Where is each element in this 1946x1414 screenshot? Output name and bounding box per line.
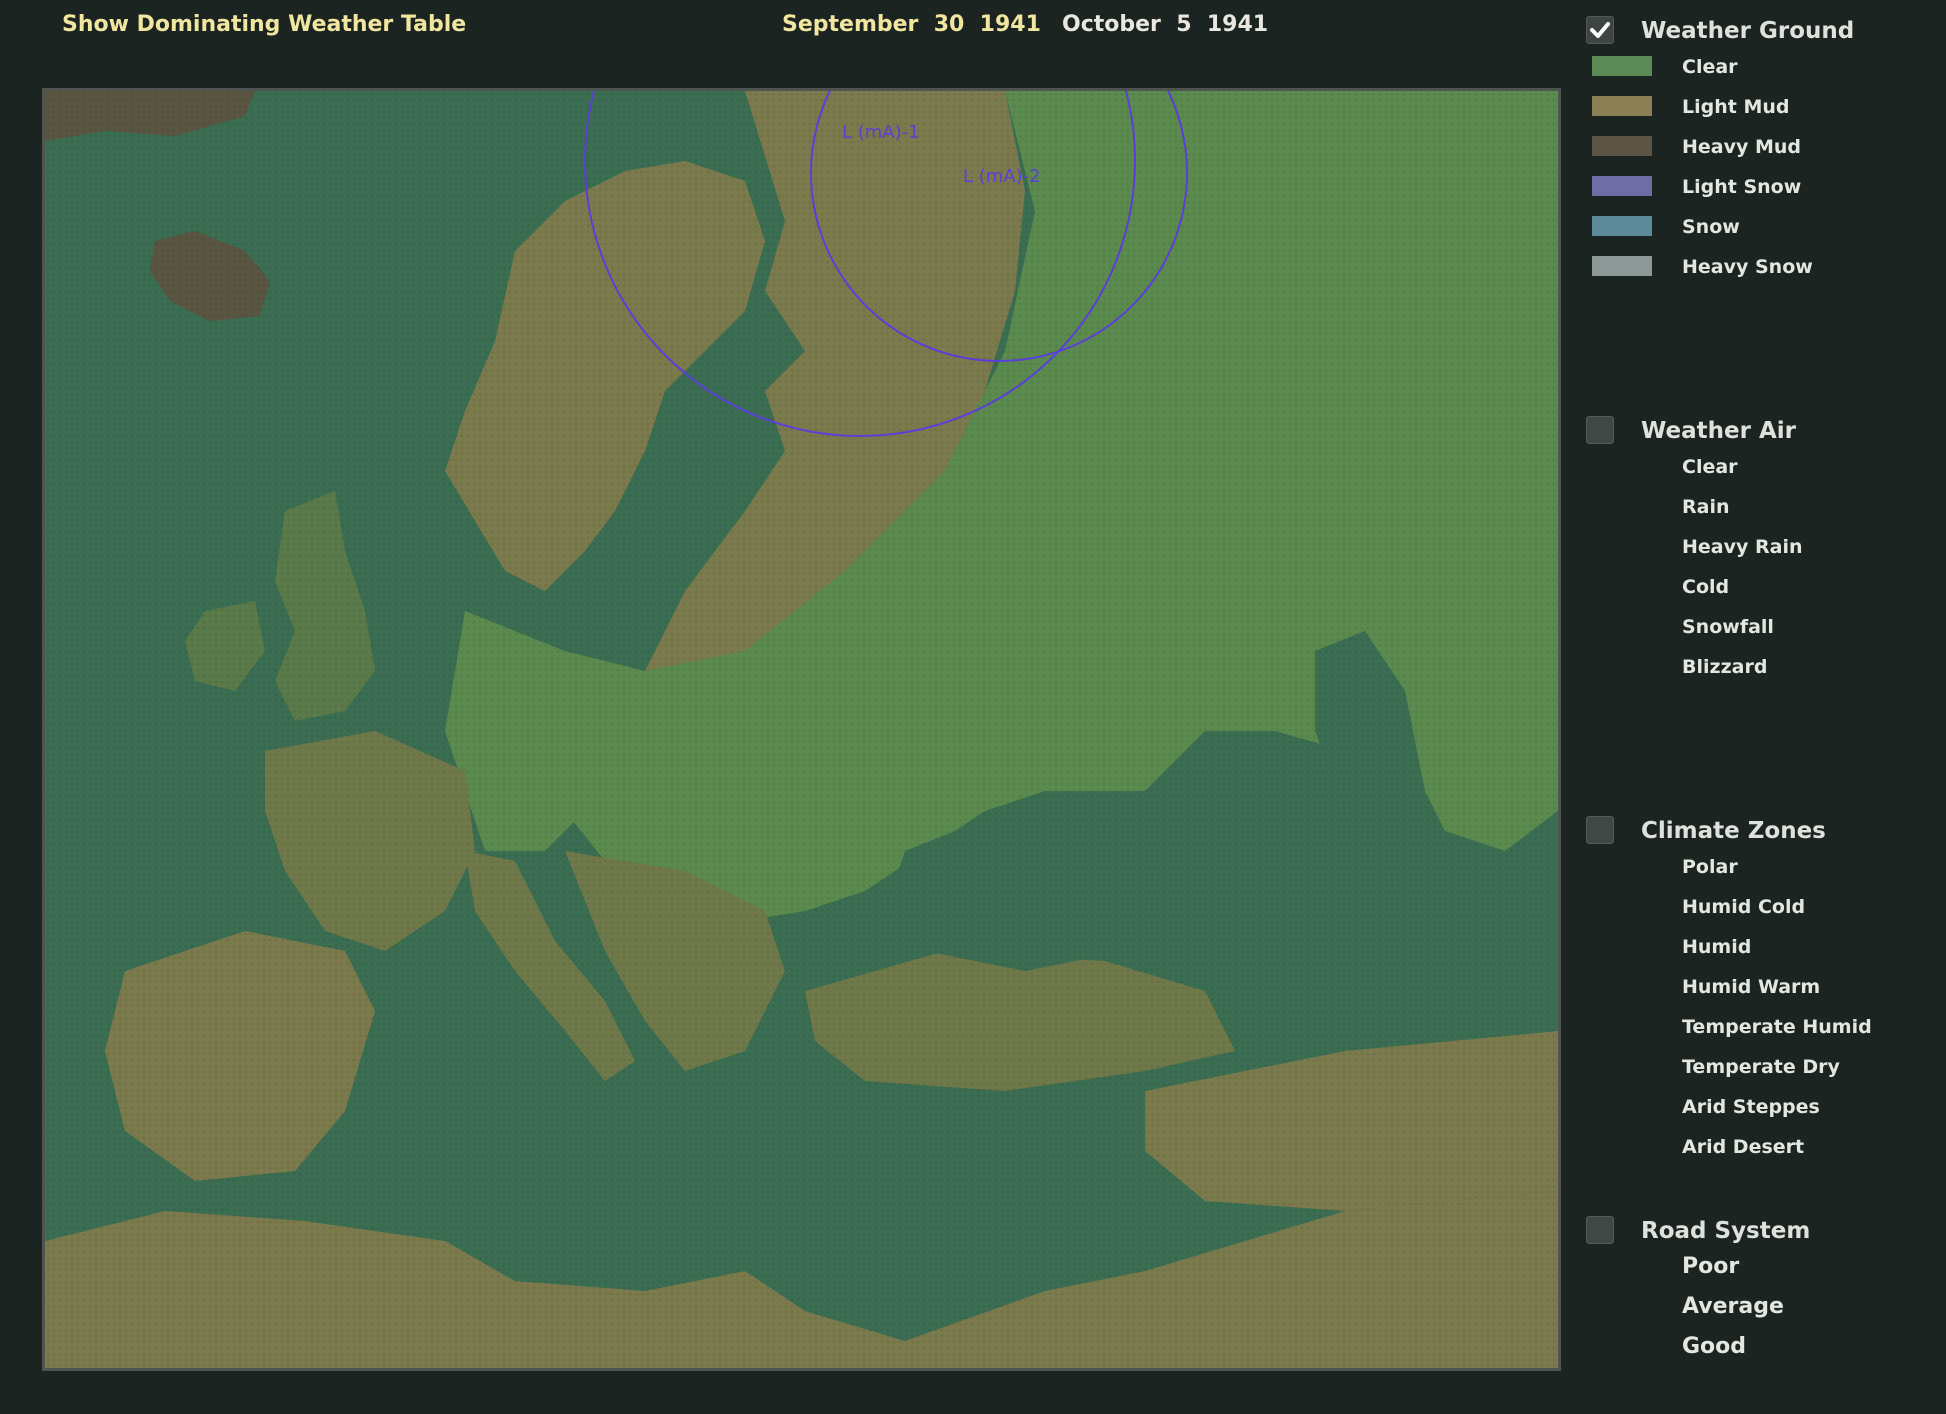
date-end: October 5 1941 <box>1062 12 1269 37</box>
legend-panel: Weather Ground Clear Light Mud Heavy Mud… <box>1576 0 1946 1414</box>
legend-item-label: Temperate Humid <box>1682 1016 1872 1038</box>
road-system-section: Road System Poor Average Good <box>1576 1206 1946 1366</box>
legend-item-label: Snowfall <box>1682 616 1774 638</box>
show-dominating-weather-link[interactable]: Show Dominating Weather Table <box>62 12 466 37</box>
legend-item-blizzard[interactable]: Blizzard <box>1576 646 1946 686</box>
legend-item-label: Heavy Snow <box>1682 256 1813 278</box>
legend-item-light-snow[interactable]: Light Snow <box>1576 166 1946 206</box>
legend-item-label: Polar <box>1682 856 1738 878</box>
legend-item-label: Humid Cold <box>1682 896 1806 918</box>
legend-item-label: Average <box>1682 1294 1784 1319</box>
legend-item-label: Light Snow <box>1682 176 1802 198</box>
legend-item-humid-cold[interactable]: Humid Cold <box>1576 886 1946 926</box>
pressure-label-2: L (mA)-2 <box>963 166 1041 187</box>
swatch-heavy-snow <box>1592 256 1652 276</box>
climate-zones-title: Climate Zones <box>1641 818 1826 844</box>
weather-air-title: Weather Air <box>1641 418 1797 444</box>
swatch-light-snow <box>1592 176 1652 196</box>
legend-item-label: Temperate Dry <box>1682 1056 1840 1078</box>
legend-item-cold[interactable]: Cold <box>1576 566 1946 606</box>
legend-item-temperate-humid[interactable]: Temperate Humid <box>1576 1006 1946 1046</box>
road-system-checkbox[interactable] <box>1586 1216 1614 1244</box>
legend-item-rain[interactable]: Rain <box>1576 486 1946 526</box>
road-system-header[interactable]: Road System <box>1576 1206 1946 1246</box>
climate-zones-header[interactable]: Climate Zones <box>1576 806 1946 846</box>
legend-item-label: Light Mud <box>1682 96 1790 118</box>
legend-item-road-poor[interactable]: Poor <box>1576 1246 1946 1286</box>
legend-item-label: Heavy Mud <box>1682 136 1802 158</box>
legend-item-label: Cold <box>1682 576 1730 598</box>
legend-item-road-good[interactable]: Good <box>1576 1326 1946 1366</box>
weather-ground-header[interactable]: Weather Ground <box>1576 6 1946 46</box>
legend-item-snow[interactable]: Snow <box>1576 206 1946 246</box>
swatch-light-mud <box>1592 96 1652 116</box>
legend-item-light-mud[interactable]: Light Mud <box>1576 86 1946 126</box>
legend-item-label: Heavy Rain <box>1682 536 1803 558</box>
swatch-heavy-mud <box>1592 136 1652 156</box>
legend-item-label: Clear <box>1682 56 1738 78</box>
legend-item-label: Blizzard <box>1682 656 1768 678</box>
weather-map[interactable]: L (mA)-1 L (mA)-2 <box>42 88 1561 1371</box>
legend-item-label: Good <box>1682 1334 1747 1359</box>
weather-air-header[interactable]: Weather Air <box>1576 406 1946 446</box>
weather-air-checkbox[interactable] <box>1586 416 1614 444</box>
legend-item-heavy-mud[interactable]: Heavy Mud <box>1576 126 1946 166</box>
legend-item-snowfall[interactable]: Snowfall <box>1576 606 1946 646</box>
legend-item-road-average[interactable]: Average <box>1576 1286 1946 1326</box>
legend-item-polar[interactable]: Polar <box>1576 846 1946 886</box>
top-bar: Show Dominating Weather Table September … <box>0 0 1560 54</box>
swatch-snow <box>1592 216 1652 236</box>
road-system-title: Road System <box>1641 1218 1811 1244</box>
legend-item-temperate-dry[interactable]: Temperate Dry <box>1576 1046 1946 1086</box>
legend-item-label: Poor <box>1682 1254 1740 1279</box>
legend-item-heavy-snow[interactable]: Heavy Snow <box>1576 246 1946 286</box>
weather-air-section: Weather Air Clear Rain Heavy Rain Cold S… <box>1576 406 1946 686</box>
legend-item-humid[interactable]: Humid <box>1576 926 1946 966</box>
legend-item-humid-warm[interactable]: Humid Warm <box>1576 966 1946 1006</box>
pressure-label-1: L (mA)-1 <box>842 122 920 143</box>
check-icon <box>1590 22 1610 38</box>
legend-item-label: Arid Steppes <box>1682 1096 1820 1118</box>
legend-item-label: Rain <box>1682 496 1730 518</box>
climate-zones-section: Climate Zones Polar Humid Cold Humid Hum… <box>1576 806 1946 1166</box>
hex-grid-overlay <box>45 91 1558 1368</box>
legend-item-label: Humid <box>1682 936 1752 958</box>
legend-item-label: Humid Warm <box>1682 976 1821 998</box>
weather-ground-section: Weather Ground Clear Light Mud Heavy Mud… <box>1576 6 1946 286</box>
legend-item-label: Snow <box>1682 216 1740 238</box>
climate-zones-checkbox[interactable] <box>1586 816 1614 844</box>
legend-item-heavy-rain[interactable]: Heavy Rain <box>1576 526 1946 566</box>
legend-item-arid-desert[interactable]: Arid Desert <box>1576 1126 1946 1166</box>
legend-item-label: Clear <box>1682 456 1738 478</box>
swatch-clear <box>1592 56 1652 76</box>
legend-item-clear-ground[interactable]: Clear <box>1576 46 1946 86</box>
weather-ground-checkbox[interactable] <box>1586 16 1614 44</box>
legend-item-label: Arid Desert <box>1682 1136 1805 1158</box>
legend-item-arid-steppes[interactable]: Arid Steppes <box>1576 1086 1946 1126</box>
date-start: September 30 1941 <box>782 12 1041 37</box>
legend-item-air-clear[interactable]: Clear <box>1576 446 1946 486</box>
weather-ground-title: Weather Ground <box>1641 18 1855 44</box>
